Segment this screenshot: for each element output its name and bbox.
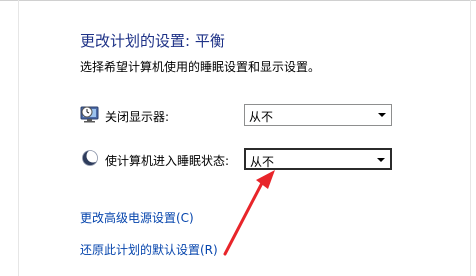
top-border (0, 0, 476, 1)
left-divider (18, 0, 19, 276)
page-subtitle: 选择希望计算机使用的睡眠设置和显示设置。 (80, 60, 321, 74)
display-off-value: 从不 (249, 110, 274, 124)
advanced-power-settings-link[interactable]: 更改高级电源设置(C) (80, 209, 194, 226)
sleep-value: 从不 (250, 155, 275, 169)
red-annotation-arrow (223, 170, 275, 256)
power-plan-settings-page: 更改计划的设置: 平衡 选择希望计算机使用的睡眠设置和显示设置。 关闭显示器: … (0, 0, 476, 276)
display-off-label: 关闭显示器: (105, 110, 170, 124)
chevron-down-icon (378, 113, 386, 117)
right-divider (470, 0, 471, 276)
moon-sleep-icon (82, 149, 100, 166)
display-off-dropdown[interactable]: 从不 (244, 104, 392, 126)
page-title: 更改计划的设置: 平衡 (80, 32, 225, 50)
sleep-label: 使计算机进入睡眠状态: (105, 154, 230, 168)
monitor-clock-icon (80, 106, 99, 123)
sleep-dropdown[interactable]: 从不 (244, 148, 392, 170)
chevron-down-icon (377, 158, 385, 162)
restore-defaults-link[interactable]: 还原此计划的默认设置(R) (80, 241, 218, 258)
